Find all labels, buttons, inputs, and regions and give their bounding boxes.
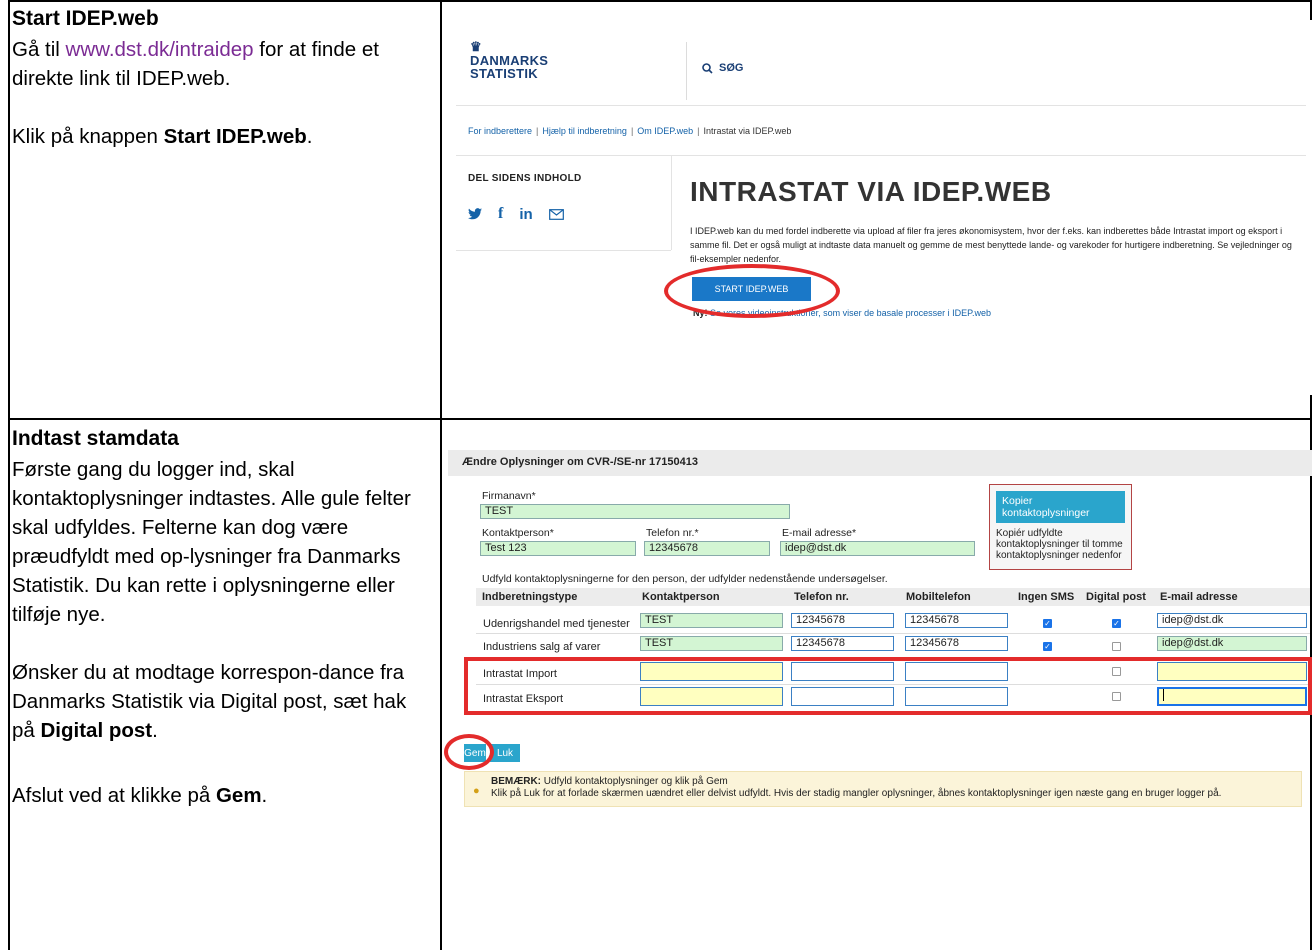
col-header: Mobiltelefon [906,591,971,603]
step2-heading: Indtast stamdata [12,427,179,450]
contacts-table-header: Indberetningstype Kontaktperson Telefon … [476,588,1310,606]
row-type: Industriens salg af varer [483,641,601,653]
page-title: INTRASTAT VIA IDEP.WEB [690,176,1052,207]
note-box: ● BEMÆRK: Udfyld kontaktoplysninger og k… [464,771,1302,807]
row-email-field[interactable]: idep@dst.dk [1157,636,1307,651]
col-header: Telefon nr. [794,591,849,603]
breadcrumb-sep-icon: | [630,126,634,136]
search-button[interactable]: SØG [702,62,743,74]
header-divider [686,42,687,100]
ingen-sms-checkbox[interactable]: ✓ [1043,619,1052,628]
row-mobile-field[interactable]: 12345678 [905,636,1008,651]
copy-contact-button[interactable]: Kopier kontaktoplysninger [996,491,1125,523]
ingen-sms-checkbox[interactable]: ✓ [1043,642,1052,651]
email-field[interactable]: idep@dst.dk [780,541,975,556]
search-label: SØG [719,62,744,74]
firmanavn-label: Firmanavn* [482,490,536,502]
row-type: Udenrigshandel med tjenester [483,618,630,630]
lightbulb-icon: ● [473,785,480,797]
breadcrumb-item[interactable]: For indberettere [468,126,532,136]
mail-icon[interactable] [548,208,564,220]
facebook-icon[interactable]: f [498,205,503,223]
table-middle-border [440,0,442,950]
col-header: Indberetningstype [482,591,578,603]
highlight-rect-intrastat [464,657,1312,715]
firmanavn-field[interactable]: TEST [480,504,790,519]
step2-text-b: . [152,719,158,742]
table-row-divider [8,418,1312,420]
row-contact-field[interactable]: TEST [640,636,783,651]
row-divider [476,633,1310,634]
row-mobile-field[interactable]: 12345678 [905,613,1008,628]
sidebar-border [671,155,672,250]
kontaktperson-field[interactable]: Test 123 [480,541,636,556]
breadcrumb-sep-icon: | [536,126,539,136]
breadcrumb-item[interactable]: Hjælp til indberetning [542,126,627,136]
telefon-field[interactable]: 12345678 [644,541,770,556]
step1-heading: Start IDEP.web [12,7,159,30]
row-phone-field[interactable]: 12345678 [791,636,894,651]
col-header: Digital post [1086,591,1146,603]
step2-bold-gem: Gem [215,784,262,807]
intro-text: I IDEP.web kan du med fordel indberette … [690,226,1292,264]
col-header: E-mail adresse [1160,591,1238,603]
crown-icon: ♛ [470,39,482,54]
breadcrumb-sep-icon: | [697,126,700,136]
col-header: Kontaktperson [642,591,720,603]
step1-text-d: . [306,125,313,148]
col-header: Ingen SMS [1018,591,1075,603]
row-phone-field[interactable]: 12345678 [791,613,894,628]
step2-text-c: Afslut ved at klikke på [12,784,216,807]
luk-button[interactable]: Luk [490,744,520,762]
step1-bold: Start IDEP.web [163,125,307,148]
breadcrumb-current: Intrastat via IDEP.web [703,126,792,136]
highlight-oval-start [664,264,840,318]
step2-paragraph-1: Første gang du logger ind, skal kontakto… [12,458,411,626]
note-bold: BEMÆRK: [491,776,541,787]
step1-text-a: Gå til [12,38,66,61]
copy-contact-desc: Kopiér udfyldte kontaktoplysninger til t… [996,528,1123,561]
logo-line-2: STATISTIK [470,66,538,81]
step2-text-d: . [261,784,268,807]
digital-post-checkbox[interactable] [1112,642,1121,651]
dst-logo[interactable]: ♛ DANMARKS STATISTIK [470,40,548,80]
share-title: DEL SIDENS INDHOLD [468,173,582,184]
row-email-field[interactable]: idep@dst.dk [1157,613,1307,628]
linkedin-icon[interactable]: in [519,206,532,223]
step2-text: Indtast stamdata Første gang du logger i… [12,424,422,839]
header-separator [456,105,1306,106]
row-contact-field[interactable]: TEST [640,613,783,628]
breadcrumb-item[interactable]: Om IDEP.web [637,126,693,136]
kontaktperson-label: Kontaktperson* [482,527,554,539]
note-line-2: Klik på Luk for at forlade skærmen uændr… [491,788,1222,799]
step2-bold-digital: Digital post [40,719,153,742]
sidebar-bottom-border [456,250,671,251]
highlight-oval-gem [444,734,494,770]
step1-text-c: Klik på knappen [12,125,164,148]
udfyld-text: Udfyld kontaktoplysningerne for den pers… [482,573,888,585]
step1-text: Start IDEP.web Gå til www.dst.dk/intraid… [12,4,422,180]
website-screenshot: ♛ DANMARKS STATISTIK SØG For indberetter… [456,20,1312,395]
telefon-label: Telefon nr.* [646,527,699,539]
breadcrumb-separator [456,155,1306,156]
breadcrumb: For indberettere | Hjælp til indberetning |… [468,126,791,136]
note-line-1: Udfyld kontaktoplysninger og klik på Gem [541,776,728,787]
digital-post-checkbox[interactable]: ✓ [1112,619,1121,628]
share-icons: f in [468,205,564,223]
twitter-icon[interactable] [468,208,482,220]
form-header: Ændre Oplysninger om CVR-/SE-nr 17150413 [448,450,1312,476]
email-label: E-mail adresse* [782,527,857,539]
intraidep-link[interactable]: www.dst.dk/intraidep [66,38,254,61]
search-icon [702,62,713,74]
copy-contact-box: Kopier kontaktoplysninger Kopiér udfyldt… [989,484,1132,570]
form-screenshot: Ændre Oplysninger om CVR-/SE-nr 17150413… [444,440,1312,807]
